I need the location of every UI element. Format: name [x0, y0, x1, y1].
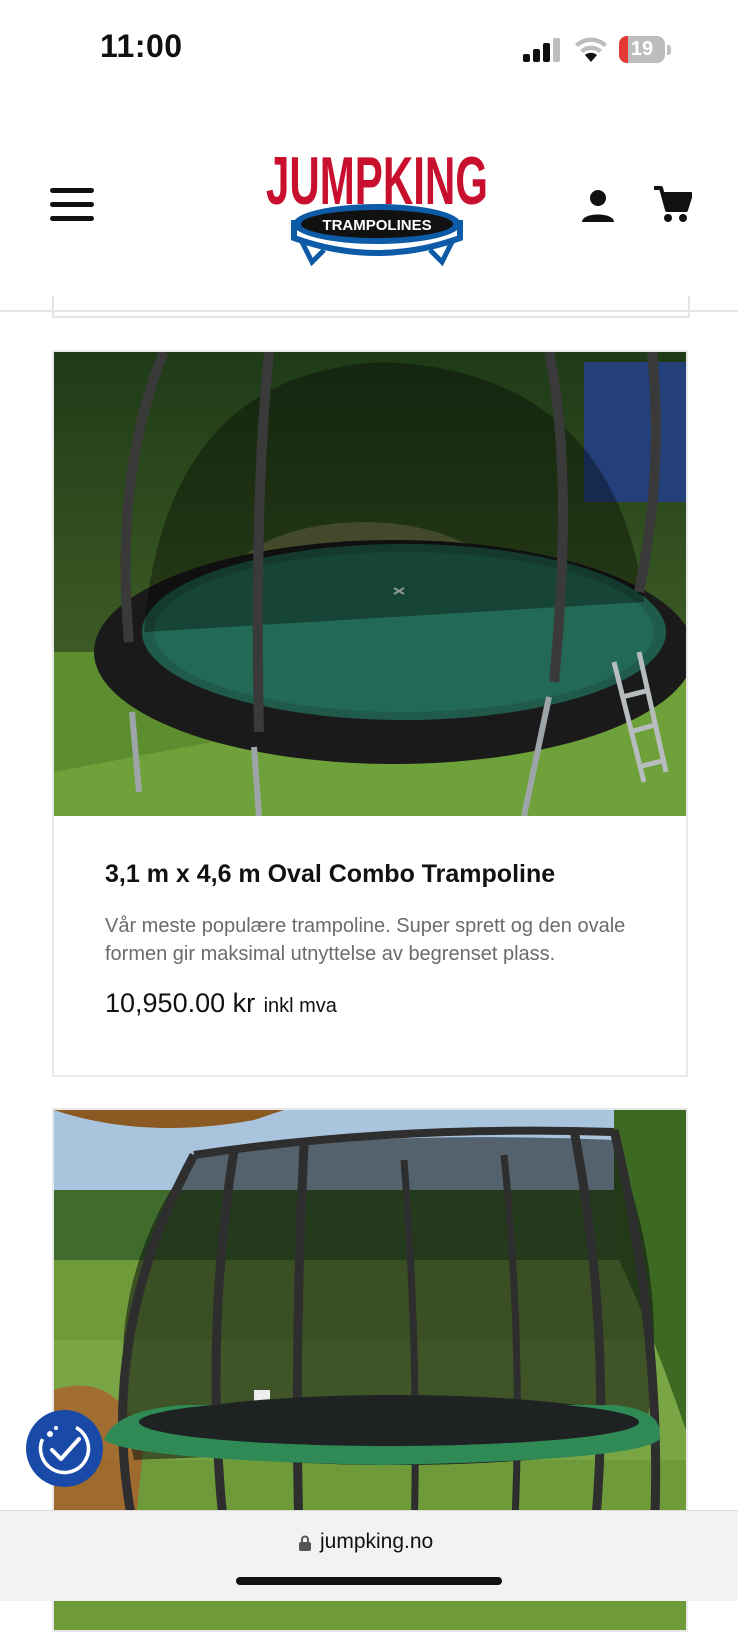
product-card[interactable]: 3,1 m x 4,6 m Oval Combo Trampoline Vår …: [52, 350, 688, 1077]
menu-icon[interactable]: [50, 188, 94, 222]
status-time: 11:00: [100, 28, 183, 64]
cart-icon[interactable]: [652, 184, 692, 224]
signal-icon: [523, 38, 560, 62]
price-suffix: inkl mva: [263, 995, 337, 1017]
price-row: 10,950.00 kr inkl mva: [105, 988, 337, 1019]
product-description: Vår meste populære trampoline. Super spr…: [105, 915, 626, 965]
browser-address-bar[interactable]: jumpking.no: [0, 1510, 738, 1601]
product-name[interactable]: 3,1 m x 4,6 m Oval Combo Trampoline: [105, 860, 555, 889]
site-header: JUMPKING TRAMPOLINES: [0, 100, 738, 312]
lock-icon: [299, 1535, 311, 1551]
status-bar: 11:00 19: [0, 0, 738, 100]
product-image[interactable]: [54, 352, 686, 816]
accessibility-icon: [38, 1422, 91, 1475]
previous-product-card-edge: [52, 296, 690, 318]
logo-subtext: TRAMPOLINES: [322, 217, 431, 234]
account-icon[interactable]: [580, 188, 616, 224]
accessibility-button[interactable]: [26, 1410, 103, 1487]
battery-level: 19: [630, 38, 654, 60]
product-price: 10,950.00 kr: [105, 988, 256, 1018]
jumpking-logo[interactable]: JUMPKING TRAMPOLINES: [262, 138, 492, 270]
battery-icon: 19: [619, 36, 671, 63]
url-text[interactable]: jumpking.no: [320, 1530, 433, 1554]
home-indicator[interactable]: [236, 1577, 502, 1585]
wifi-icon: [575, 37, 607, 62]
